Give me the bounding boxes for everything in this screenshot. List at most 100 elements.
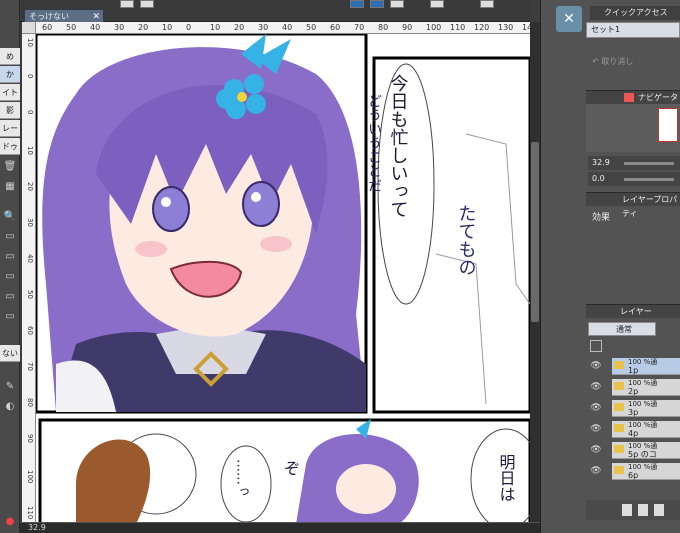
eye-icon[interactable]: 👁 [590, 400, 602, 417]
panel-icon-5[interactable]: ▭ [3, 310, 17, 324]
quick-access-header[interactable]: クイックアクセス [590, 6, 680, 20]
document-tab[interactable]: そっけない ✕ [24, 9, 104, 23]
quick-access-set-select[interactable]: セット1 [586, 22, 680, 38]
folder-icon [614, 424, 624, 432]
layer-row[interactable]: 100 %通 6p [612, 463, 680, 480]
vertical-scrollbar[interactable] [530, 22, 540, 524]
zoom-icon[interactable]: 🔍 [3, 210, 17, 224]
toolbar-icon-5[interactable] [390, 0, 404, 8]
layer-property-header[interactable]: レイヤープロパティ [586, 192, 680, 218]
left-tab-6[interactable]: ドゥ [0, 138, 20, 155]
ruler-v-tick: 70 [26, 362, 34, 371]
ruler-h-tick: 50 [306, 23, 317, 32]
blend-mode-select[interactable]: 通常 [588, 322, 656, 336]
layer-name: 1p [628, 366, 639, 375]
left-tab-3[interactable]: イト [0, 84, 20, 101]
rotation-slider[interactable] [624, 178, 674, 181]
status-bar: 32.9 [20, 522, 540, 533]
folder-icon [614, 445, 624, 453]
panel-icon-2[interactable]: ▭ [3, 250, 17, 264]
new-layer-icon[interactable] [622, 504, 632, 516]
toolbar-icon-4[interactable] [370, 0, 384, 8]
left-tab-1[interactable]: め [0, 48, 20, 65]
ruler-corner [22, 22, 36, 34]
mask-icon[interactable]: ◐ [3, 400, 17, 414]
toolbar-icon-2[interactable] [140, 0, 154, 8]
layers-title: レイヤー [620, 307, 652, 316]
ruler-v-tick: 50 [26, 290, 34, 299]
left-tool-strip: め か イト 影 レー ドゥ 🗑 ▦ 🔍 ▭ ▭ ▭ ▭ ▭ ない ✎ ◐ ● [0, 0, 20, 533]
eye-icon[interactable]: 👁 [590, 379, 602, 396]
ruler-v-tick: 30 [26, 218, 34, 227]
layer-row[interactable]: 100 %通 3p [612, 400, 680, 417]
navigator-zoom-row[interactable]: 32.9 [588, 156, 680, 170]
panel-icon-4[interactable]: ▭ [3, 290, 17, 304]
left-side-label[interactable]: ない [0, 345, 20, 362]
undo-icon: ↶ [592, 57, 602, 66]
right-eye-shine [251, 192, 261, 202]
navigator-rotation-row[interactable]: 0.0 [588, 172, 680, 186]
drawing-canvas[interactable]: 今日も忙しいって どういうことだ たてもの 明日は ……っ ぞ [36, 34, 530, 524]
ruler-h-tick: 20 [234, 23, 245, 32]
trash-icon[interactable]: 🗑 [3, 160, 17, 174]
undo-label[interactable]: ↶ 取り消し [592, 56, 633, 67]
right-eye [242, 181, 280, 227]
ruler-h-tick: 110 [450, 23, 466, 32]
delete-layer-icon[interactable] [654, 504, 664, 516]
eye-icon[interactable]: 👁 [590, 358, 602, 375]
ruler-h-tick: 30 [114, 23, 125, 32]
layer-row[interactable]: 100 %通 2p [612, 379, 680, 396]
clip-icon[interactable]: ✎ [3, 380, 17, 394]
eye-icon[interactable]: 👁 [590, 463, 602, 480]
toolbar-icon-7[interactable] [480, 0, 494, 8]
layer-name: 2p [628, 387, 639, 396]
toolbar-icon-3[interactable] [350, 0, 364, 8]
layers-header[interactable]: レイヤー [586, 304, 680, 318]
grid-icon[interactable]: ▦ [3, 180, 17, 194]
scrollbar-thumb[interactable] [531, 142, 539, 322]
right-blush [260, 236, 292, 252]
eye-icon[interactable]: 👁 [590, 421, 602, 438]
ruler-v-tick: 0 [26, 74, 34, 79]
side-sketch-text: たてもの [456, 204, 477, 276]
navigator-preview[interactable] [586, 104, 680, 152]
ruler-v-tick: 20 [26, 182, 34, 191]
layer-name: 6p [628, 471, 639, 480]
toolbar-icon-1[interactable] [120, 0, 134, 8]
ruler-v-tick: 60 [26, 326, 34, 335]
ruler-h-tick: 10 [210, 23, 221, 32]
folder-icon [614, 382, 624, 390]
navigator-rotation: 0.0 [592, 174, 605, 183]
navigator-header[interactable]: ナビゲーター [586, 90, 680, 116]
zoom-slider[interactable] [624, 162, 674, 165]
vertical-ruler[interactable]: 10 0 0 10 20 30 40 50 60 70 80 90 100 110 [22, 34, 36, 524]
zoom-readout: 32.9 [28, 523, 46, 532]
folder-icon [614, 361, 624, 369]
left-tab-5[interactable]: レー [0, 120, 20, 137]
ruler-h-tick: 40 [90, 23, 101, 32]
navigator-thumbnail[interactable] [658, 108, 678, 142]
panel-icon-1[interactable]: ▭ [3, 230, 17, 244]
new-folder-icon[interactable] [638, 504, 648, 516]
eye-icon[interactable]: 👁 [590, 442, 602, 459]
ruler-h-tick: 90 [402, 23, 413, 32]
layer-row[interactable]: 100 %通 4p [612, 421, 680, 438]
sound-effect: ぞ [284, 459, 300, 478]
layer-color-chip[interactable] [590, 340, 602, 352]
ruler-h-tick: 70 [354, 23, 365, 32]
left-tab-2[interactable]: か [0, 66, 20, 83]
left-tab-4[interactable]: 影 [0, 102, 20, 119]
panel-icon-3[interactable]: ▭ [3, 270, 17, 284]
ruler-v-tick: 10 [26, 38, 34, 47]
bubble-text-secondary: どういうことだ [366, 94, 382, 192]
horizontal-ruler[interactable]: 60 50 40 30 20 10 0 10 20 30 40 50 60 70 80 90 100 110 120… [36, 22, 530, 34]
ruler-h-tick: 20 [138, 23, 149, 32]
manga-artwork: 今日も忙しいって どういうことだ たてもの 明日は ……っ ぞ [36, 34, 530, 524]
close-panel-icon[interactable]: ✕ [556, 6, 582, 32]
toolbar-icon-6[interactable] [430, 0, 444, 8]
layer-row[interactable]: 100 %通 1p [612, 358, 680, 375]
layer-row[interactable]: 100 %通 5p のコ [612, 442, 680, 459]
left-eye [152, 186, 190, 232]
layer-name: 4p [628, 429, 639, 438]
color-wheel-icon[interactable]: ● [3, 515, 17, 529]
